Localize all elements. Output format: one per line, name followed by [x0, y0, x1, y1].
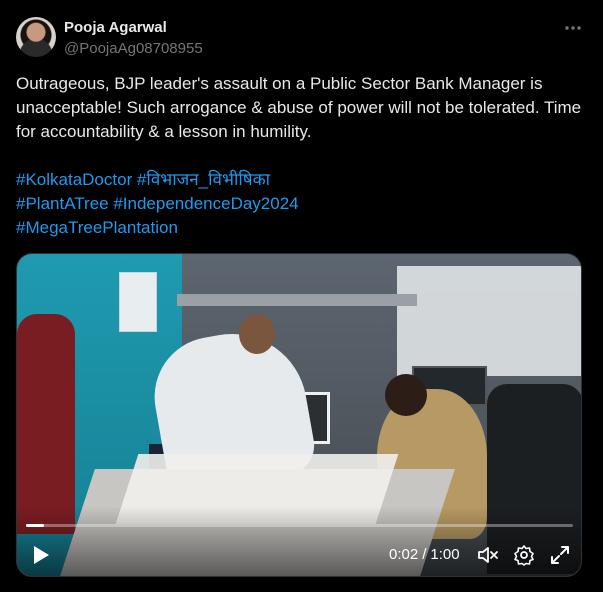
- tweet-text: Outrageous, BJP leader's assault on a Pu…: [16, 72, 588, 144]
- video-current-time: 0:02: [389, 546, 419, 563]
- video-player[interactable]: 0:02/1:00: [16, 253, 582, 577]
- video-frame: [17, 254, 581, 576]
- hashtag-list: #KolkataDoctor #विभाजन_विभीषिका #PlantAT…: [16, 168, 588, 240]
- author-handle[interactable]: @PoojaAg08708955: [64, 40, 203, 57]
- volume-muted-icon[interactable]: [477, 544, 499, 566]
- hashtag-megatreeplantation[interactable]: #MegaTreePlantation: [16, 218, 178, 237]
- video-progress-fill: [26, 524, 45, 527]
- hashtag-independenceday2024[interactable]: #IndependenceDay2024: [113, 194, 298, 213]
- video-progress-bar[interactable]: [26, 524, 573, 527]
- video-duration: 1:00: [430, 546, 460, 563]
- more-dots-icon[interactable]: [562, 18, 584, 38]
- gear-icon[interactable]: [513, 544, 535, 566]
- tweet: Pooja Agarwal @PoojaAg08708955 Outrageou…: [0, 0, 603, 592]
- video-time: 0:02/1:00: [389, 546, 460, 563]
- avatar[interactable]: [16, 17, 56, 57]
- tweet-text-body: Outrageous, BJP leader's assault on a Pu…: [16, 74, 582, 141]
- hashtag-plantatree[interactable]: #PlantATree: [16, 194, 109, 213]
- hashtag-kolkatadoctor[interactable]: #KolkataDoctor: [16, 170, 132, 189]
- hashtag-vibhajan[interactable]: #विभाजन_विभीषिका: [137, 170, 270, 189]
- fullscreen-icon[interactable]: [549, 544, 571, 566]
- author-name[interactable]: Pooja Agarwal: [64, 19, 167, 36]
- play-icon[interactable]: [31, 544, 51, 566]
